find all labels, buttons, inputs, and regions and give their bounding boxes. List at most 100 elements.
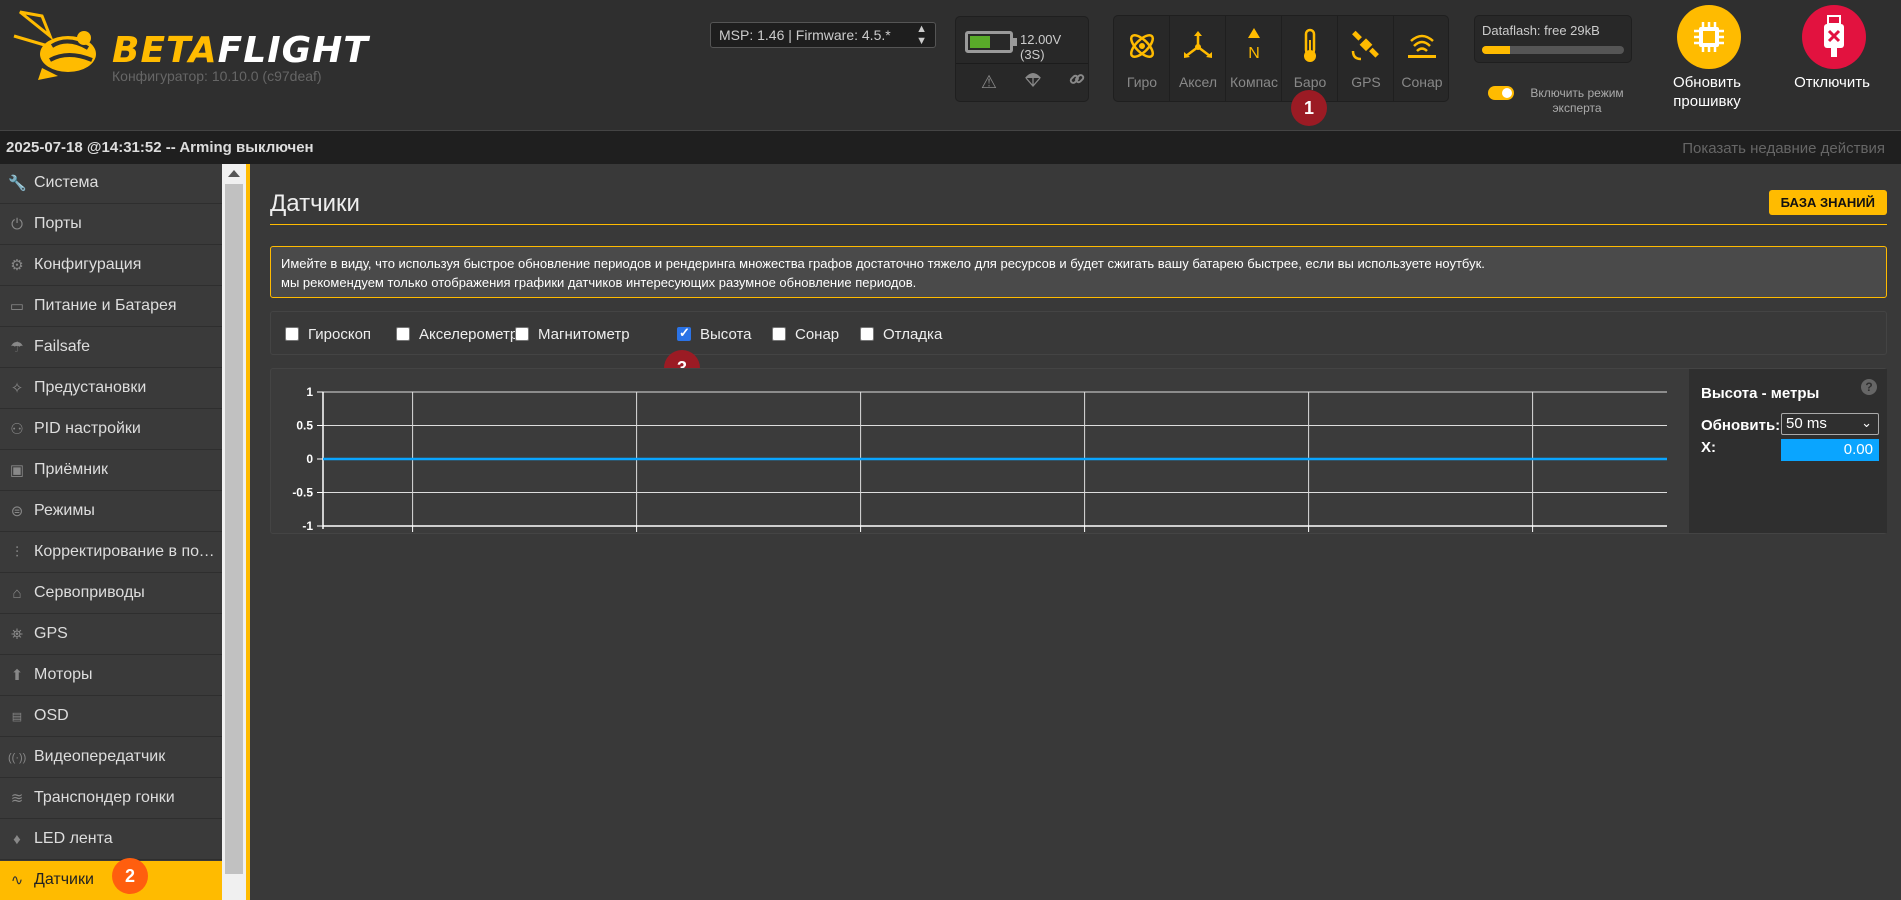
sidebar-item[interactable]: ((·)) Видеопередатчик — [0, 738, 222, 778]
update-firmware-label: Обновить прошивку — [1673, 74, 1741, 110]
sidebar-item-label: Режимы — [34, 502, 95, 519]
title-divider — [270, 224, 1887, 225]
checkbox-box[interactable] — [515, 327, 529, 341]
sidebar-item[interactable]: ⌂ Сервоприводы — [0, 574, 222, 614]
sonar-icon — [1394, 28, 1450, 64]
wand-icon: ✧ — [10, 380, 24, 397]
sidebar-item-label: Предустановки — [34, 379, 147, 396]
sidebar-item-label: OSD — [34, 707, 69, 724]
checkbox-box[interactable] — [677, 325, 691, 341]
sidebar-item-label: Система — [34, 174, 99, 191]
checkbox-box[interactable] — [396, 327, 410, 341]
gear-icon: ⚙ — [10, 257, 24, 274]
sidebar-item-label: GPS — [34, 625, 68, 642]
main-content: Датчики БАЗА ЗНАНИЙ Имейте в виду, что и… — [250, 164, 1901, 900]
y-tick-label: -0.5 — [292, 486, 313, 500]
sensor-accel: Аксел — [1170, 16, 1226, 101]
sidebar-item[interactable]: ▣ Приёмник — [0, 451, 222, 491]
checkbox-label: Акселерометр — [419, 325, 519, 343]
app-window: BETAFLIGHT Конфигуратор: 10.10.0 (c97dea… — [0, 0, 1901, 900]
sidebar-item[interactable]: ⬆ Моторы — [0, 656, 222, 696]
checkbox-label: Сонар — [795, 325, 840, 343]
show-recent-actions-link[interactable]: Показать недавние действия — [1682, 140, 1885, 157]
warning-icon: ⚠ — [980, 72, 998, 92]
checkbox-debug[interactable]: Отладка — [860, 324, 942, 344]
battery-status: 12.00V (3S) ⚠ — [955, 16, 1089, 102]
sidebar-scrollbar-thumb[interactable] — [225, 184, 243, 874]
servo-icon: ⌂ — [12, 585, 22, 602]
checkbox-gyro[interactable]: Гироскоп — [285, 324, 371, 344]
sensor-compass: N Компас — [1226, 16, 1282, 101]
knowledge-base-button[interactable]: БАЗА ЗНАНИЙ — [1768, 190, 1887, 215]
x-value-readout: 0.00 — [1781, 439, 1879, 461]
dataflash-bar — [1482, 46, 1624, 54]
sitemap-icon: ⚇ — [10, 421, 24, 438]
checkbox-box[interactable] — [285, 327, 299, 341]
svg-text:N: N — [1248, 45, 1260, 62]
note-line-2: мы рекомендуем только отображения график… — [281, 275, 917, 290]
sidebar-item[interactable]: ⚇ PID настройки — [0, 410, 222, 450]
led-icon: ♦ — [13, 831, 21, 848]
sensor-checkboxes: Гироскоп Акселерометр Магнитометр Высота… — [270, 311, 1887, 355]
logo-wordmark: BETAFLIGHT — [112, 30, 369, 71]
update-firmware-button[interactable]: Обновить прошивку — [1647, 5, 1767, 115]
battery-icon: ▭ — [9, 298, 25, 315]
checkbox-sonar[interactable]: Сонар — [772, 324, 839, 344]
sidebar-item[interactable]: ▤ OSD — [0, 697, 222, 737]
divider — [956, 63, 1088, 64]
dataflash-status: Dataflash: free 29kB — [1474, 15, 1632, 63]
sensor-label: GPS — [1351, 74, 1381, 90]
y-tick-label: 0 — [306, 452, 313, 466]
receiver-icon: ▣ — [9, 462, 25, 479]
sidebar-item[interactable]: ⫶ Корректирование в полёте — [0, 533, 222, 573]
checkbox-label: Высота — [700, 325, 752, 343]
sidebar-item[interactable]: ☂ Failsafe — [0, 328, 222, 368]
msp-firmware-select[interactable]: MSP: 1.46 | Firmware: 4.5.* ▲ ▼ — [710, 22, 936, 48]
note-line-1: Имейте в виду, что используя быстрое обн… — [281, 256, 1485, 271]
header: BETAFLIGHT Конфигуратор: 10.10.0 (c97dea… — [0, 0, 1901, 130]
sidebar-item[interactable]: ∿ Датчики — [0, 861, 222, 900]
step-marker-1: 1 — [1291, 90, 1327, 126]
sidebar-item[interactable]: ✧ Предустановки — [0, 369, 222, 409]
checkbox-accel[interactable]: Акселерометр — [396, 324, 518, 344]
refresh-label: Обновить: — [1701, 417, 1781, 434]
expert-mode-toggle[interactable] — [1488, 86, 1514, 100]
sensor-baro: Баро — [1282, 16, 1338, 101]
checkbox-mag[interactable]: Магнитометр — [515, 324, 630, 344]
sidebar-item[interactable]: ⛯ GPS — [0, 615, 222, 655]
checkbox-altitude[interactable]: Высота — [677, 324, 752, 344]
refresh-rate-select[interactable]: 50 ms ⌄ — [1781, 413, 1879, 435]
checkbox-label: Отладка — [883, 325, 943, 343]
arming-status: 2025-07-18 @14:31:52 -- Arming выключен — [6, 139, 314, 156]
sidebar-item[interactable]: ⚙ Конфигурация — [0, 246, 222, 286]
sidebar-item[interactable]: ⏻ Порты — [0, 205, 222, 245]
accel-icon — [1170, 28, 1225, 64]
sensor-label: Баро — [1293, 74, 1327, 90]
sidebar-item-label: Приёмник — [34, 461, 109, 478]
transponder-icon: ≋ — [10, 790, 24, 807]
checkbox-box[interactable] — [860, 327, 874, 341]
sidebar-item[interactable]: ♦ LED лента — [0, 820, 222, 860]
help-icon[interactable]: ? — [1861, 379, 1877, 395]
altitude-chart: 10.50-0.5-1325033003350340034503500 — [292, 385, 1667, 547]
usb-disconnect-icon — [1802, 5, 1866, 69]
sidebar-item-label: Моторы — [34, 666, 93, 683]
disconnect-label: Отключить — [1794, 74, 1870, 91]
configurator-version: Конфигуратор: 10.10.0 (c97deaf) — [112, 68, 322, 84]
y-tick-label: 0.5 — [296, 419, 313, 433]
sidebar-item[interactable]: ≋ Транспондер гонки — [0, 779, 222, 819]
sensor-sonar: Сонар — [1394, 16, 1450, 101]
graph-title: Высота - метры — [1701, 385, 1820, 402]
motor-icon: ⬆ — [10, 667, 24, 684]
baro-icon — [1282, 28, 1337, 64]
disconnect-button[interactable]: Отключить — [1772, 5, 1892, 115]
sidebar-item[interactable]: 🔧 Система — [0, 164, 222, 204]
checkbox-box[interactable] — [772, 327, 786, 341]
sidebar-item-label: Транспондер гонки — [34, 789, 175, 806]
scroll-up-arrow-icon[interactable] — [228, 170, 240, 177]
sensor-gps: GPS — [1338, 16, 1394, 101]
sidebar-item[interactable]: ▭ Питание и Батарея — [0, 287, 222, 327]
sidebar-item[interactable]: ⊜ Режимы — [0, 492, 222, 532]
sidebar-item-label: LED лента — [34, 830, 113, 847]
chip-icon — [1677, 5, 1741, 69]
